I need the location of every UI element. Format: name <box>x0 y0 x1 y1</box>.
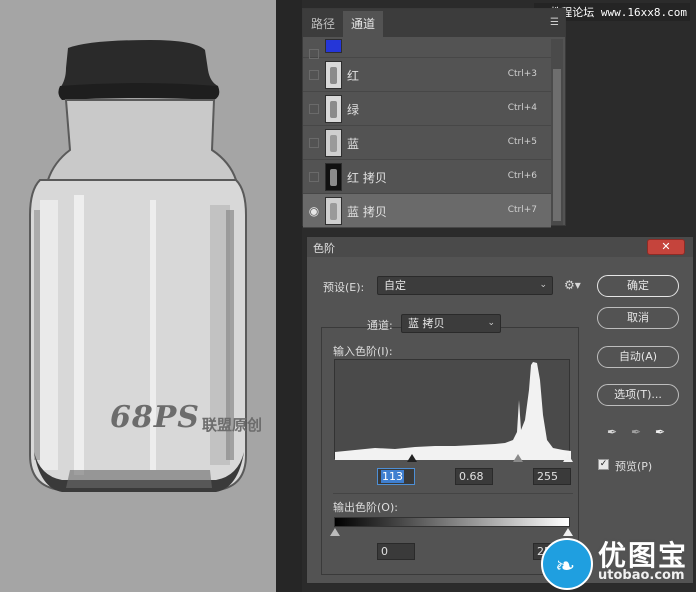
ok-button[interactable]: 确定 <box>597 275 679 297</box>
channel-thumbnail <box>325 163 342 191</box>
preview-label: 预览(P) <box>615 460 653 473</box>
histogram-graph <box>335 362 571 460</box>
logo-caption: 联盟原创 <box>202 416 263 434</box>
channel-row-rgb[interactable] <box>303 37 551 59</box>
dialog-title: 色阶 <box>313 242 335 255</box>
channel-shortcut: Ctrl+5 <box>507 137 537 147</box>
panel-menu-icon[interactable]: ☰ <box>550 17 559 28</box>
bird-icon: ❧ <box>555 552 576 580</box>
channel-list: 红 Ctrl+3 绿 Ctrl+4 蓝 Ctrl+5 红 拷贝 Ctrl+6 ◉… <box>303 37 551 228</box>
options-button[interactable]: 选项(T)... <box>597 384 679 406</box>
channel-shortcut: Ctrl+4 <box>507 103 537 113</box>
eye-icon[interactable]: ◉ <box>307 204 321 218</box>
channel-shortcut: Ctrl+7 <box>507 205 537 215</box>
bottle-image <box>29 40 247 492</box>
input-levels-label: 输入色阶(I): <box>333 345 393 358</box>
gray-eyedropper-icon[interactable]: ✒ <box>631 425 645 439</box>
input-gamma-slider[interactable] <box>513 454 523 462</box>
dialog-titlebar[interactable]: 色阶 ✕ <box>307 237 693 257</box>
close-button[interactable]: ✕ <box>647 239 685 255</box>
brand-badge: ❧ <box>541 538 593 590</box>
preset-label: 预设(E): <box>323 281 365 294</box>
input-gamma-field[interactable]: 0.68 <box>455 468 493 485</box>
preview-checkbox[interactable]: ✓ <box>598 459 609 470</box>
output-black-field[interactable]: 0 <box>377 543 415 560</box>
channel-name: 红 <box>347 69 360 83</box>
output-white-slider[interactable] <box>563 528 573 536</box>
channel-thumbnail <box>325 197 342 225</box>
channels-panel: 路径 通道 ☰ 红 Ctrl+3 绿 Ctrl+4 蓝 Ctrl+5 红 拷贝 … <box>302 8 566 228</box>
screen: 68PS 联盟原创 PS教程论坛 www.16xx8.com 路径 通道 ☰ 红… <box>0 0 696 592</box>
panel-tabs: 路径 通道 ☰ <box>303 9 565 37</box>
logo-68ps: 68PS <box>110 400 200 435</box>
cancel-button[interactable]: 取消 <box>597 307 679 329</box>
channel-row-blue-copy[interactable]: ◉ 蓝 拷贝 Ctrl+7 <box>303 194 551 228</box>
channel-name: 蓝 拷贝 <box>347 205 387 219</box>
chevron-down-icon: ⌄ <box>487 318 495 328</box>
output-gradient-bar <box>334 517 570 527</box>
channel-thumbnail <box>325 129 342 157</box>
input-black-value: 113 <box>381 470 404 483</box>
auto-button[interactable]: 自动(A) <box>597 346 679 368</box>
channel-name: 红 拷贝 <box>347 171 387 185</box>
visibility-toggle[interactable] <box>309 104 319 114</box>
histogram <box>334 359 571 460</box>
visibility-toggle[interactable] <box>309 70 319 80</box>
channel-select[interactable]: 蓝 拷贝 ⌄ <box>401 314 501 333</box>
preset-value: 自定 <box>384 279 406 292</box>
input-black-slider[interactable] <box>407 454 417 462</box>
input-white-slider[interactable] <box>563 454 573 462</box>
scrollbar-thumb[interactable] <box>553 69 561 221</box>
tab-channels[interactable]: 通道 <box>343 11 384 37</box>
channel-thumbnail <box>325 61 342 89</box>
channel-row-red[interactable]: 红 Ctrl+3 <box>303 58 551 92</box>
channel-value: 蓝 拷贝 <box>408 317 445 330</box>
channel-name: 绿 <box>347 103 360 117</box>
tab-paths[interactable]: 路径 <box>303 11 343 37</box>
channel-shortcut: Ctrl+6 <box>507 171 537 181</box>
channel-row-green[interactable]: 绿 Ctrl+4 <box>303 92 551 126</box>
channel-row-blue[interactable]: 蓝 Ctrl+5 <box>303 126 551 160</box>
channel-name: 蓝 <box>347 137 360 151</box>
channel-row-red-copy[interactable]: 红 拷贝 Ctrl+6 <box>303 160 551 194</box>
input-white-field[interactable]: 255 <box>533 468 571 485</box>
divider <box>333 493 573 494</box>
channel-shortcut: Ctrl+3 <box>507 69 537 79</box>
levels-dialog: 色阶 ✕ 预设(E): 自定 ⌄ ⚙▾ 通道: 蓝 拷贝 ⌄ 输入色阶(I): <box>306 236 694 584</box>
canvas-gap <box>276 0 302 592</box>
channel-thumbnail <box>325 95 342 123</box>
black-eyedropper-icon[interactable]: ✒ <box>607 425 621 439</box>
input-black-field[interactable]: 113 <box>377 468 415 485</box>
output-black-slider[interactable] <box>330 528 340 536</box>
chevron-down-icon: ⌄ <box>539 280 547 290</box>
visibility-toggle[interactable] <box>309 172 319 182</box>
channel-label: 通道: <box>367 319 393 332</box>
channels-scrollbar[interactable] <box>551 39 563 225</box>
gear-icon[interactable]: ⚙▾ <box>564 278 581 292</box>
output-levels-label: 输出色阶(O): <box>333 501 398 514</box>
brand-url: utobao.com <box>598 568 685 583</box>
preset-select[interactable]: 自定 ⌄ <box>377 276 553 295</box>
canvas-area[interactable]: 68PS 联盟原创 <box>0 0 276 592</box>
channel-thumbnail <box>325 39 342 53</box>
white-eyedropper-icon[interactable]: ✒ <box>655 425 669 439</box>
visibility-toggle[interactable] <box>309 138 319 148</box>
